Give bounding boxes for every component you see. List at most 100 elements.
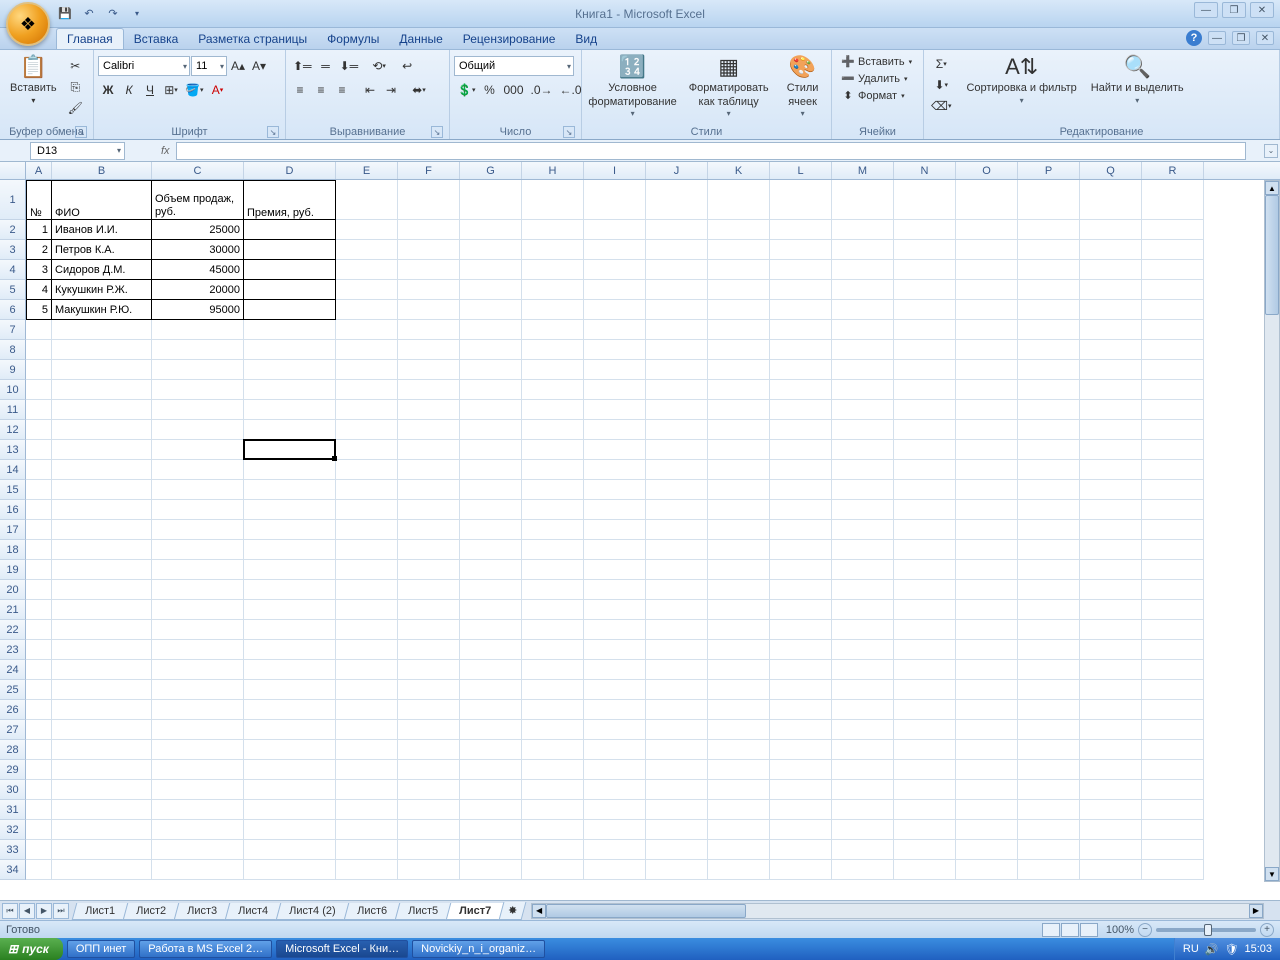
cell[interactable] (1142, 560, 1204, 580)
column-header[interactable]: F (398, 162, 460, 179)
cell[interactable] (1018, 300, 1080, 320)
percent-icon[interactable]: % (479, 80, 499, 100)
cell[interactable] (1142, 720, 1204, 740)
cell[interactable] (584, 560, 646, 580)
cell[interactable] (646, 320, 708, 340)
cell[interactable] (460, 620, 522, 640)
row-header[interactable]: 21 (0, 600, 26, 620)
cell[interactable] (832, 680, 894, 700)
cell[interactable] (460, 500, 522, 520)
cell[interactable] (646, 420, 708, 440)
cell[interactable] (52, 480, 152, 500)
tab-insert[interactable]: Вставка (124, 29, 189, 49)
cell[interactable] (770, 440, 832, 460)
cell[interactable] (584, 720, 646, 740)
cell[interactable] (1080, 600, 1142, 620)
cell[interactable] (646, 720, 708, 740)
font-name-combo[interactable]: Calibri (98, 56, 190, 76)
cell[interactable] (460, 480, 522, 500)
row-header[interactable]: 31 (0, 800, 26, 820)
cell[interactable] (708, 520, 770, 540)
cell[interactable] (646, 240, 708, 260)
cell[interactable] (832, 300, 894, 320)
cell[interactable] (244, 360, 336, 380)
cell[interactable] (460, 580, 522, 600)
cell[interactable] (1142, 280, 1204, 300)
cell[interactable] (52, 680, 152, 700)
cell[interactable] (26, 780, 52, 800)
clear-icon[interactable]: ⌫▾ (928, 96, 954, 116)
cell[interactable]: 45000 (152, 260, 244, 280)
cell[interactable] (244, 260, 336, 280)
sheet-tab[interactable]: Лист4 (225, 903, 282, 920)
cell[interactable] (770, 800, 832, 820)
cell[interactable] (708, 400, 770, 420)
cell[interactable] (398, 280, 460, 300)
cell[interactable] (52, 540, 152, 560)
cell[interactable] (336, 460, 398, 480)
cell[interactable] (152, 420, 244, 440)
cell[interactable] (1018, 260, 1080, 280)
close-button[interactable]: ✕ (1250, 2, 1274, 18)
taskbar-item[interactable]: ОПП инет (67, 940, 135, 958)
cell[interactable]: 1 (26, 220, 52, 240)
column-header[interactable]: K (708, 162, 770, 179)
row-header[interactable]: 34 (0, 860, 26, 880)
doc-minimize-button[interactable]: — (1208, 31, 1226, 45)
cell[interactable] (152, 320, 244, 340)
cell[interactable] (26, 440, 52, 460)
cell[interactable] (1142, 220, 1204, 240)
cell[interactable] (584, 280, 646, 300)
undo-icon[interactable]: ↶ (80, 5, 98, 23)
zoom-out-icon[interactable]: − (1138, 923, 1152, 937)
cell[interactable]: 3 (26, 260, 52, 280)
cell[interactable] (584, 220, 646, 240)
cell[interactable] (522, 600, 584, 620)
cell[interactable] (522, 620, 584, 640)
cell[interactable] (646, 440, 708, 460)
cell[interactable] (1080, 820, 1142, 840)
align-bottom-icon[interactable]: ⬇═ (337, 56, 362, 76)
cell[interactable] (956, 660, 1018, 680)
cell[interactable] (1018, 760, 1080, 780)
cell[interactable] (460, 520, 522, 540)
cell[interactable] (1142, 440, 1204, 460)
cell[interactable] (522, 420, 584, 440)
cell[interactable] (152, 560, 244, 580)
cell[interactable] (1080, 640, 1142, 660)
cell[interactable] (1080, 660, 1142, 680)
cell[interactable] (244, 740, 336, 760)
cell[interactable] (1080, 220, 1142, 240)
cell[interactable] (770, 540, 832, 560)
cell[interactable] (1080, 240, 1142, 260)
cell[interactable] (26, 860, 52, 880)
zoom-level-label[interactable]: 100% (1106, 924, 1134, 936)
cell[interactable]: № (26, 180, 52, 220)
cell[interactable] (336, 820, 398, 840)
cell[interactable] (708, 700, 770, 720)
cell[interactable] (584, 600, 646, 620)
cell[interactable] (1080, 520, 1142, 540)
cell[interactable] (522, 300, 584, 320)
cell[interactable] (956, 440, 1018, 460)
cell[interactable] (460, 660, 522, 680)
cell[interactable] (646, 860, 708, 880)
cell[interactable] (956, 220, 1018, 240)
cell[interactable] (1080, 360, 1142, 380)
cell[interactable] (584, 540, 646, 560)
cell[interactable] (244, 760, 336, 780)
worksheet-grid[interactable]: ABCDEFGHIJKLMNOPQR 1№ФИООбъем продаж, ру… (0, 162, 1280, 900)
cell[interactable] (244, 380, 336, 400)
cell[interactable] (244, 680, 336, 700)
cell[interactable] (708, 260, 770, 280)
view-page-layout-icon[interactable] (1061, 923, 1079, 937)
cell[interactable] (1142, 580, 1204, 600)
row-header[interactable]: 7 (0, 320, 26, 340)
tray-icon[interactable]: 🔊 (1205, 943, 1219, 956)
cell[interactable] (894, 420, 956, 440)
row-header[interactable]: 4 (0, 260, 26, 280)
cell[interactable] (1142, 460, 1204, 480)
cell[interactable] (894, 680, 956, 700)
cell[interactable] (1142, 700, 1204, 720)
cell[interactable] (522, 220, 584, 240)
